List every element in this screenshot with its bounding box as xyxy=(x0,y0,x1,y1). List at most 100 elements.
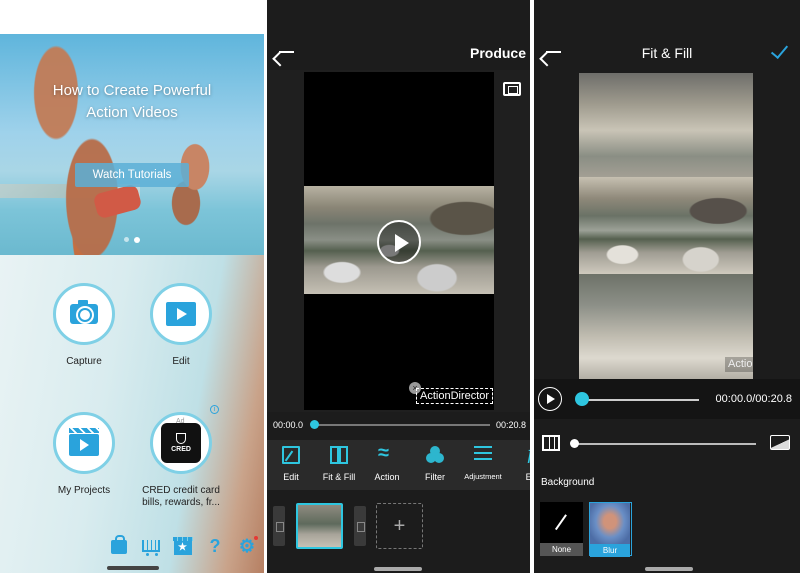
seek-bar[interactable] xyxy=(314,424,490,426)
tool-filter[interactable]: Filter xyxy=(411,440,459,490)
action-icon xyxy=(378,442,396,465)
background-label: Background xyxy=(541,477,595,488)
tool-fit-fill[interactable]: Fit & Fill xyxy=(315,440,363,490)
preview-timeline: 00:00.0 00:20.8 xyxy=(267,412,530,440)
edit-icon xyxy=(282,446,300,464)
tutorial-banner[interactable]: How to Create Powerful Action Videos Wat… xyxy=(0,34,264,255)
blur-background-top xyxy=(579,73,753,177)
transition-handle-left[interactable] xyxy=(273,506,285,546)
tool-edit[interactable]: Edit xyxy=(267,440,315,490)
ad-info-icon[interactable]: i xyxy=(210,405,219,414)
clip-thumbnail[interactable] xyxy=(296,503,343,549)
help-icon: ? xyxy=(209,536,221,556)
fit-fill-preview: ActionDirector xyxy=(579,73,753,379)
edit-button[interactable] xyxy=(150,283,212,345)
cart-button[interactable] xyxy=(140,536,162,556)
gesture-nav-bar[interactable] xyxy=(374,567,422,571)
page-title: Fit & Fill xyxy=(641,45,693,61)
preview-canvas: × ActionDirector xyxy=(267,70,530,412)
time-start: 00:00.0 xyxy=(273,420,304,430)
status-bar: 12:56 45% xyxy=(0,0,264,38)
fit-ratio-icon[interactable] xyxy=(542,435,560,451)
wifi-icon xyxy=(192,16,204,25)
store-icon xyxy=(173,537,193,555)
store-button[interactable] xyxy=(172,536,194,556)
watermark[interactable]: ActionDirector xyxy=(416,388,494,404)
shopping-bag-icon xyxy=(111,535,127,554)
scale-slider[interactable] xyxy=(574,443,756,445)
carousel-indicator xyxy=(124,236,140,243)
none-swatch-icon xyxy=(540,502,583,543)
tool-effects[interactable]: Eff xyxy=(507,440,530,490)
fit-fill-screen: Fit & Fill ActionDirector 00:00.0/00:20.… xyxy=(534,0,800,573)
confirm-check-icon[interactable] xyxy=(772,42,790,54)
carousel-dot[interactable] xyxy=(124,237,129,242)
background-option-none[interactable]: None xyxy=(540,502,583,556)
cred-logo: CRED xyxy=(161,423,201,463)
edit-label: Edit xyxy=(172,356,190,367)
watermark: ActionDirector xyxy=(725,357,753,372)
home-screen: 12:56 45% How to Create Powerful Action … xyxy=(0,0,264,573)
play-icon[interactable] xyxy=(377,220,421,264)
capture-tile[interactable]: Capture xyxy=(39,283,129,368)
settings-button[interactable]: ⚙ xyxy=(236,536,258,556)
scale-control xyxy=(534,419,800,469)
capture-label: Capture xyxy=(66,356,102,367)
edit-tile[interactable]: Edit xyxy=(136,283,226,368)
help-button[interactable]: ? xyxy=(204,536,226,556)
cred-logo-text: CRED xyxy=(171,446,191,453)
my-projects-button[interactable] xyxy=(53,412,115,474)
adjustment-icon xyxy=(474,446,492,464)
clapperboard-icon xyxy=(69,428,99,456)
play-icon[interactable] xyxy=(538,387,562,411)
status-time: 12:56 xyxy=(40,15,68,27)
signal-icon xyxy=(207,15,218,25)
option-label: None xyxy=(540,543,583,556)
instagram-icon xyxy=(69,14,79,24)
fullscreen-icon[interactable] xyxy=(503,82,521,96)
ad-badge: Ad xyxy=(176,418,185,425)
my-projects-label: My Projects xyxy=(57,485,111,496)
video-frame xyxy=(579,177,753,274)
time-readout: 00:00.0/00:20.8 xyxy=(715,393,792,405)
scale-slider-knob[interactable] xyxy=(570,439,579,448)
image-icon[interactable] xyxy=(770,435,790,450)
tool-action[interactable]: Action xyxy=(363,440,411,490)
gesture-nav-bar[interactable] xyxy=(107,566,159,570)
tool-label: Filter xyxy=(425,472,445,482)
clip-strip: + xyxy=(267,490,530,565)
transition-handle-right[interactable] xyxy=(354,506,366,546)
tool-label: Fit & Fill xyxy=(322,472,356,482)
status-right: 45% xyxy=(192,14,254,26)
cred-ad-tile[interactable]: CRED CRED credit card bills, rewards, fr… xyxy=(136,412,226,509)
blur-swatch xyxy=(590,503,630,544)
produce-top-bar: Produce xyxy=(267,0,530,70)
my-projects-tile[interactable]: My Projects xyxy=(39,412,129,497)
back-arrow-icon[interactable] xyxy=(278,44,294,60)
film-icon xyxy=(166,302,196,326)
seek-knob[interactable] xyxy=(575,392,589,406)
gesture-nav-bar[interactable] xyxy=(645,567,693,571)
cred-ad-label: CRED credit card bills, rewards, fr... xyxy=(142,485,220,508)
tool-adjustment[interactable]: Adjustment xyxy=(459,440,507,490)
seek-bar[interactable] xyxy=(582,399,699,401)
tool-label: Action xyxy=(374,472,400,482)
carousel-dot-active[interactable] xyxy=(134,236,140,243)
add-clip-button[interactable]: + xyxy=(376,503,423,549)
tool-label: Edit xyxy=(283,472,299,482)
fit-fill-icon xyxy=(330,446,348,464)
background-option-blur[interactable]: Blur xyxy=(589,502,632,557)
battery-level: 45% xyxy=(231,14,254,26)
edit-toolbar: Edit Fit & Fill Action Filter Adjustment… xyxy=(267,440,530,490)
capture-button[interactable] xyxy=(53,283,115,345)
time-end: 00:20.8 xyxy=(495,420,526,430)
effects-icon xyxy=(522,443,530,464)
seek-knob[interactable] xyxy=(310,420,319,429)
tool-label: Adjustment xyxy=(464,472,502,481)
watch-tutorials-button[interactable]: Watch Tutorials xyxy=(75,163,189,187)
bottom-icon-bar: ? ⚙ xyxy=(108,535,258,556)
produce-button[interactable]: Produce xyxy=(470,45,526,61)
shopping-bag-button[interactable] xyxy=(108,535,130,556)
produce-screen: Produce × ActionDirector 00:00.0 00:20.8… xyxy=(267,0,530,573)
option-label: Blur xyxy=(590,544,630,557)
